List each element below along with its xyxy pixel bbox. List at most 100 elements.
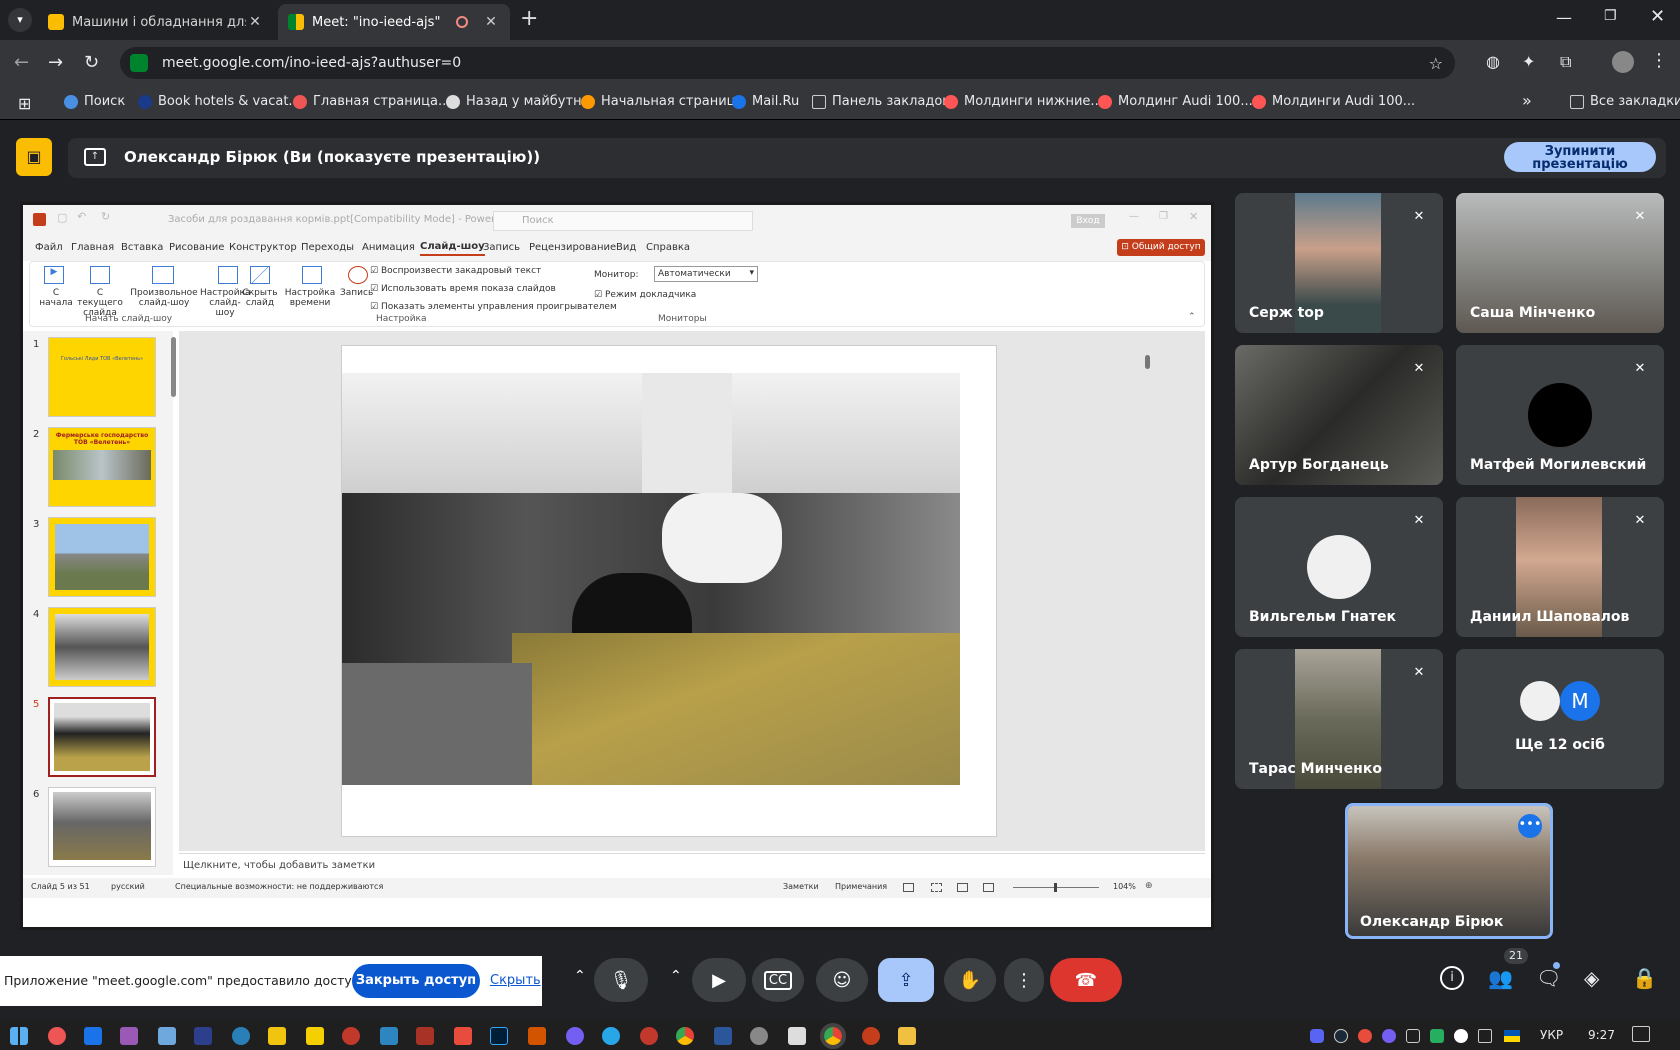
- timings-checkbox[interactable]: ☑ Использовать время показа слайдов: [370, 284, 556, 294]
- taskbar-app-icon[interactable]: [454, 1027, 472, 1045]
- apps-icon[interactable]: ⊞: [18, 94, 31, 113]
- host-controls-icon[interactable]: 🔒: [1632, 966, 1657, 990]
- notepad-icon[interactable]: [788, 1027, 806, 1045]
- tray-app-icon[interactable]: [1454, 1029, 1468, 1043]
- address-bar[interactable]: meet.google.com/ino-ieed-ajs?authuser=0 …: [120, 47, 1455, 79]
- comments-toggle-button[interactable]: Примечания: [835, 882, 887, 891]
- slide-thumbnail-4[interactable]: [48, 607, 156, 687]
- taskbar-app-icon[interactable]: [342, 1027, 360, 1045]
- fit-slide-icon[interactable]: ⊕: [1145, 881, 1153, 891]
- more-options-icon[interactable]: •••: [1518, 814, 1542, 838]
- from-start-button[interactable]: С начала: [38, 288, 74, 308]
- tab-slideshow[interactable]: Слайд-шоу: [420, 241, 485, 256]
- file-explorer-icon[interactable]: [898, 1027, 916, 1045]
- close-tab-icon[interactable]: ✕: [246, 14, 264, 30]
- taskbar-app-icon[interactable]: [416, 1027, 434, 1045]
- custom-show-icon[interactable]: [152, 266, 174, 284]
- new-tab-button[interactable]: +: [520, 6, 538, 31]
- slide-thumbnail-2[interactable]: Фермерське господарство ТОВ «Велетень»: [48, 427, 156, 507]
- tab-classroom[interactable]: Машини і обладнання для тва ✕: [38, 4, 274, 40]
- participant-tile[interactable]: ✕ Саша Мінченко: [1456, 193, 1664, 333]
- record-icon[interactable]: [348, 266, 368, 284]
- play-from-start-icon[interactable]: ▶: [44, 266, 64, 284]
- reload-icon[interactable]: ↻: [84, 52, 99, 73]
- self-view-tile[interactable]: ••• Олександр Бірюк: [1345, 803, 1553, 939]
- rehearse-timings-button[interactable]: Настройка времени: [282, 288, 338, 308]
- taskbar-app-icon[interactable]: [120, 1027, 138, 1045]
- camera-button[interactable]: ▶: [692, 958, 746, 1002]
- tray-app-icon[interactable]: [1430, 1029, 1444, 1043]
- tray-app-icon[interactable]: [1358, 1029, 1372, 1043]
- more-participants-tile[interactable]: M Ще 12 осіб: [1456, 649, 1664, 789]
- site-info-icon[interactable]: [130, 54, 148, 72]
- tray-network-icon[interactable]: [1406, 1029, 1420, 1043]
- people-icon[interactable]: 👥: [1488, 966, 1513, 990]
- tab-draw[interactable]: Рисование: [169, 242, 224, 253]
- bookmark-folder[interactable]: Панель закладок: [812, 94, 950, 109]
- slide-thumbnail-6[interactable]: [48, 787, 156, 867]
- word-icon[interactable]: [714, 1027, 732, 1045]
- tab-design[interactable]: Конструктор: [229, 242, 297, 253]
- close-window-icon[interactable]: ✕: [1650, 6, 1665, 27]
- taskbar-app-icon[interactable]: [48, 1027, 66, 1045]
- notifications-icon[interactable]: [1632, 1026, 1650, 1042]
- activities-icon[interactable]: ◈: [1584, 966, 1599, 990]
- taskbar-app-icon[interactable]: [528, 1027, 546, 1045]
- powerpoint-taskbar-icon[interactable]: [862, 1027, 880, 1045]
- slide-thumbnail-5-selected[interactable]: [48, 697, 156, 777]
- participant-tile[interactable]: ✕ Вильгельм Гнатек: [1235, 497, 1443, 637]
- participant-tile[interactable]: ✕ Артур Богданець: [1235, 345, 1443, 485]
- setup-show-icon[interactable]: [218, 266, 238, 284]
- zoom-slider[interactable]: [1013, 883, 1099, 892]
- leave-call-button[interactable]: ☎: [1050, 958, 1122, 1002]
- tab-meet[interactable]: Meet: "ino-ieed-ajs" ✕: [278, 4, 510, 40]
- clock[interactable]: 9:27: [1588, 1028, 1615, 1042]
- normal-view-icon[interactable]: [903, 883, 914, 892]
- participant-tile[interactable]: ✕ Тарас Минченко: [1235, 649, 1443, 789]
- custom-show-button[interactable]: Произвольное слайд-шоу: [128, 288, 200, 308]
- present-button[interactable]: ⇪: [878, 958, 934, 1002]
- tab-insert[interactable]: Вставка: [121, 242, 163, 253]
- hide-slide-icon[interactable]: [250, 266, 270, 284]
- chrome-icon[interactable]: [676, 1027, 694, 1045]
- bookmark-poisk[interactable]: Поиск: [64, 94, 125, 109]
- media-controls-checkbox[interactable]: ☑ Показать элементы управления проигрыва…: [370, 302, 617, 312]
- bookmark-star-icon[interactable]: ☆: [1429, 54, 1443, 73]
- extensions-puzzle-icon[interactable]: ⧉: [1560, 52, 1571, 72]
- reading-view-icon[interactable]: [957, 883, 968, 892]
- taskbar-app-icon[interactable]: [158, 1027, 176, 1045]
- minimize-icon[interactable]: —: [1556, 8, 1572, 27]
- taskbar-app-icon[interactable]: [380, 1027, 398, 1045]
- chrome-active-icon[interactable]: [820, 1023, 846, 1049]
- more-bookmarks-icon[interactable]: »: [1522, 91, 1532, 110]
- undo-icon[interactable]: ↶: [77, 210, 86, 223]
- tab-transitions[interactable]: Переходы: [301, 242, 354, 253]
- close-access-button[interactable]: Закрыть доступ: [352, 964, 480, 998]
- raise-hand-button[interactable]: ✋: [944, 958, 996, 1002]
- forward-icon[interactable]: →: [48, 52, 63, 73]
- more-options-button[interactable]: ⋮: [1004, 958, 1044, 1002]
- bookmark-molding-2[interactable]: Молдинг Audi 100...: [1098, 94, 1253, 109]
- redo-icon[interactable]: ↻: [101, 210, 110, 223]
- ppt-minimize-icon[interactable]: —: [1129, 211, 1139, 222]
- menu-icon[interactable]: ⋮: [1650, 50, 1668, 71]
- collapse-ribbon-icon[interactable]: ⌃: [1188, 312, 1196, 322]
- tab-search-button[interactable]: ▾: [8, 8, 32, 32]
- share-button[interactable]: ⊡ Общий доступ: [1117, 239, 1205, 256]
- ppt-search-box[interactable]: Поиск: [493, 211, 753, 231]
- tray-steam-icon[interactable]: [1334, 1029, 1348, 1043]
- hide-slide-button[interactable]: Скрыть слайд: [242, 288, 278, 308]
- record-button[interactable]: Запись: [340, 288, 373, 298]
- microphone-button[interactable]: 🎙: [594, 958, 648, 1002]
- current-slide[interactable]: [341, 345, 997, 837]
- captions-button[interactable]: CC: [752, 958, 804, 1002]
- tray-app-icon[interactable]: [1382, 1029, 1396, 1043]
- back-icon[interactable]: ←: [14, 52, 29, 73]
- participant-tile[interactable]: ✕ Серж top: [1235, 193, 1443, 333]
- play-from-current-icon[interactable]: [90, 266, 110, 284]
- tab-file[interactable]: Файл: [35, 242, 63, 253]
- monitor-select[interactable]: Автоматически ▾: [654, 266, 758, 282]
- video-options-chevron-icon[interactable]: ⌃: [670, 968, 682, 984]
- narration-checkbox[interactable]: ☑ Воспроизвести закадровый текст: [370, 266, 541, 276]
- participant-tile[interactable]: ✕ Матфей Могилевский: [1456, 345, 1664, 485]
